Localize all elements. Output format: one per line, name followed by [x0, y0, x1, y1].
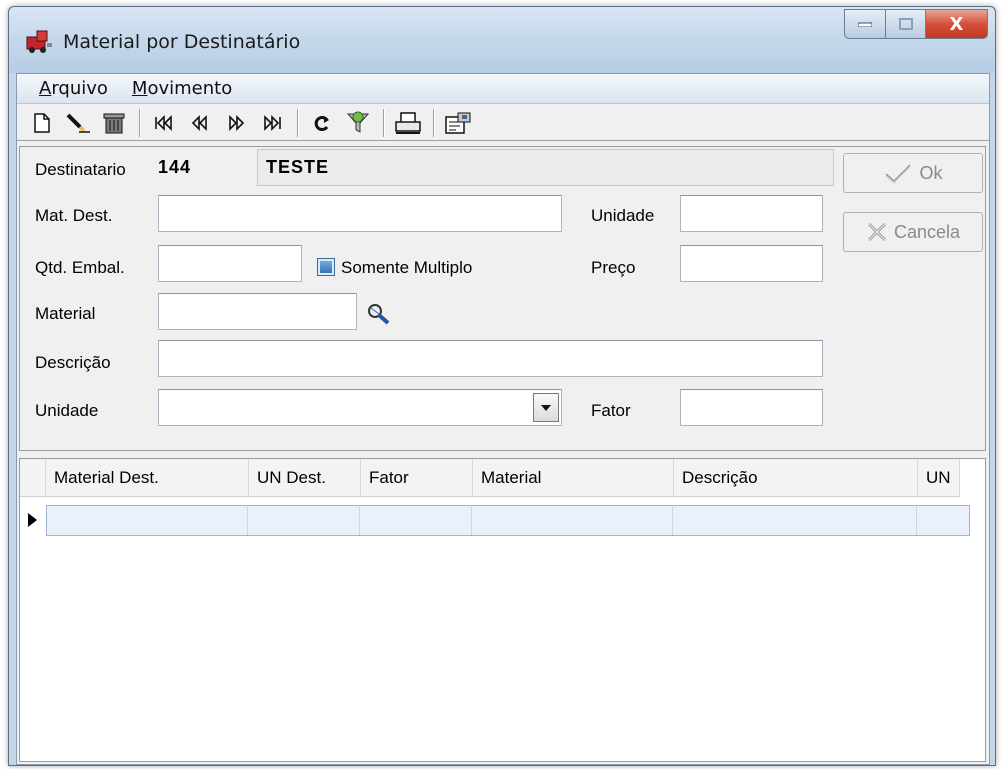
destinatario-label: Destinatario	[35, 160, 126, 179]
properties-icon	[445, 112, 471, 134]
unidade-label: Unidade	[591, 206, 655, 225]
chevron-down-icon	[541, 404, 551, 411]
delete-button[interactable]	[99, 108, 129, 138]
next-record-icon	[229, 114, 245, 131]
preco-input[interactable]	[680, 245, 823, 282]
toolbar-separator	[383, 108, 385, 137]
maximize-button[interactable]	[886, 9, 926, 39]
current-row-arrow-icon	[28, 513, 37, 527]
somente-multiplo-checkbox[interactable]	[317, 258, 335, 276]
client-area: Arquivo Movimento Destinatario 144 TESTE…	[16, 73, 990, 765]
last-record-icon	[264, 114, 281, 131]
table-cell[interactable]	[917, 506, 969, 535]
cancel-x-icon	[867, 222, 887, 242]
filter-button[interactable]	[343, 108, 373, 138]
refresh-icon	[314, 115, 329, 131]
magnifier-search-icon[interactable]	[366, 302, 392, 326]
grid-col-material[interactable]: Material	[473, 459, 674, 497]
print-button[interactable]	[393, 108, 423, 138]
toolbar-separator	[297, 108, 299, 137]
grid-col-fator[interactable]: Fator	[361, 459, 473, 497]
unidade-select[interactable]	[158, 389, 562, 426]
close-button[interactable]: X	[926, 9, 988, 39]
toolbar	[17, 105, 989, 141]
grid-col-un-dest[interactable]: UN Dest.	[249, 459, 361, 497]
qtd-embal-label: Qtd. Embal.	[35, 258, 125, 277]
table-cell[interactable]	[47, 506, 248, 535]
next-record-button[interactable]	[221, 108, 251, 138]
previous-record-icon	[191, 114, 207, 131]
minimize-button[interactable]	[844, 9, 886, 39]
material-label: Material	[35, 304, 96, 323]
unidade-input[interactable]	[680, 195, 823, 232]
filter-icon	[346, 111, 370, 133]
previous-record-button[interactable]	[185, 108, 215, 138]
close-icon: X	[949, 13, 964, 35]
unidade2-label: Unidade	[35, 401, 99, 420]
table-cell[interactable]	[360, 506, 472, 535]
print-icon	[395, 111, 421, 134]
cancel-label: Cancela	[893, 221, 961, 242]
caption-buttons: X	[844, 9, 988, 39]
trash-icon	[103, 113, 125, 133]
new-document-icon	[34, 112, 50, 133]
dropdown-button[interactable]	[533, 393, 559, 422]
grid-header: Material Dest. UN Dest. Fator Material D…	[20, 459, 960, 497]
somente-multiplo-label: Somente Multiplo	[341, 258, 473, 277]
ok-label: Ok	[919, 162, 943, 183]
mat-dest-label: Mat. Dest.	[35, 206, 113, 225]
mat-dest-input[interactable]	[158, 195, 562, 232]
data-grid: Material Dest. UN Dest. Fator Material D…	[19, 458, 986, 762]
table-cell[interactable]	[673, 506, 917, 535]
menu-movimento[interactable]: Movimento	[132, 78, 232, 99]
menu-bar: Arquivo Movimento	[17, 74, 989, 104]
title-bar[interactable]: Material por Destinatário X	[9, 7, 995, 73]
ok-button[interactable]: Ok	[843, 153, 983, 193]
edit-pencil-icon	[66, 113, 90, 133]
checkmark-icon	[885, 164, 912, 184]
destinatario-code: 144	[158, 157, 192, 177]
refresh-button[interactable]	[307, 108, 337, 138]
menu-arquivo[interactable]: Arquivo	[39, 78, 108, 99]
app-icon	[26, 30, 52, 53]
new-button[interactable]	[27, 108, 57, 138]
destinatario-name: TESTE	[257, 149, 834, 186]
cancel-button[interactable]: Cancela	[843, 212, 983, 252]
grid-indicator-header	[20, 459, 46, 497]
material-input[interactable]	[158, 293, 357, 330]
first-record-button[interactable]	[149, 108, 179, 138]
fator-input[interactable]	[680, 389, 823, 426]
first-record-icon	[155, 114, 172, 131]
grid-col-descricao[interactable]: Descrição	[674, 459, 918, 497]
maximize-icon	[898, 18, 913, 30]
window-title: Material por Destinatário	[63, 31, 301, 53]
grid-col-un[interactable]: UN	[918, 459, 960, 497]
properties-button[interactable]	[443, 108, 473, 138]
minimize-icon	[858, 22, 872, 27]
app-window: Material por Destinatário X Arquivo Movi…	[8, 6, 996, 766]
descricao-label: Descrição	[35, 353, 111, 372]
last-record-button[interactable]	[257, 108, 287, 138]
fator-label: Fator	[591, 401, 631, 420]
table-cell[interactable]	[248, 506, 360, 535]
grid-col-material-dest[interactable]: Material Dest.	[46, 459, 249, 497]
table-cell[interactable]	[472, 506, 673, 535]
descricao-input[interactable]	[158, 340, 823, 377]
toolbar-separator	[139, 108, 141, 137]
preco-label: Preço	[591, 258, 636, 277]
toolbar-separator	[433, 108, 435, 137]
qtd-embal-input[interactable]	[158, 245, 302, 282]
form-panel: Destinatario 144 TESTE Ok Cancela Mat. D…	[19, 146, 986, 451]
table-row[interactable]	[46, 505, 970, 536]
edit-button[interactable]	[63, 108, 93, 138]
